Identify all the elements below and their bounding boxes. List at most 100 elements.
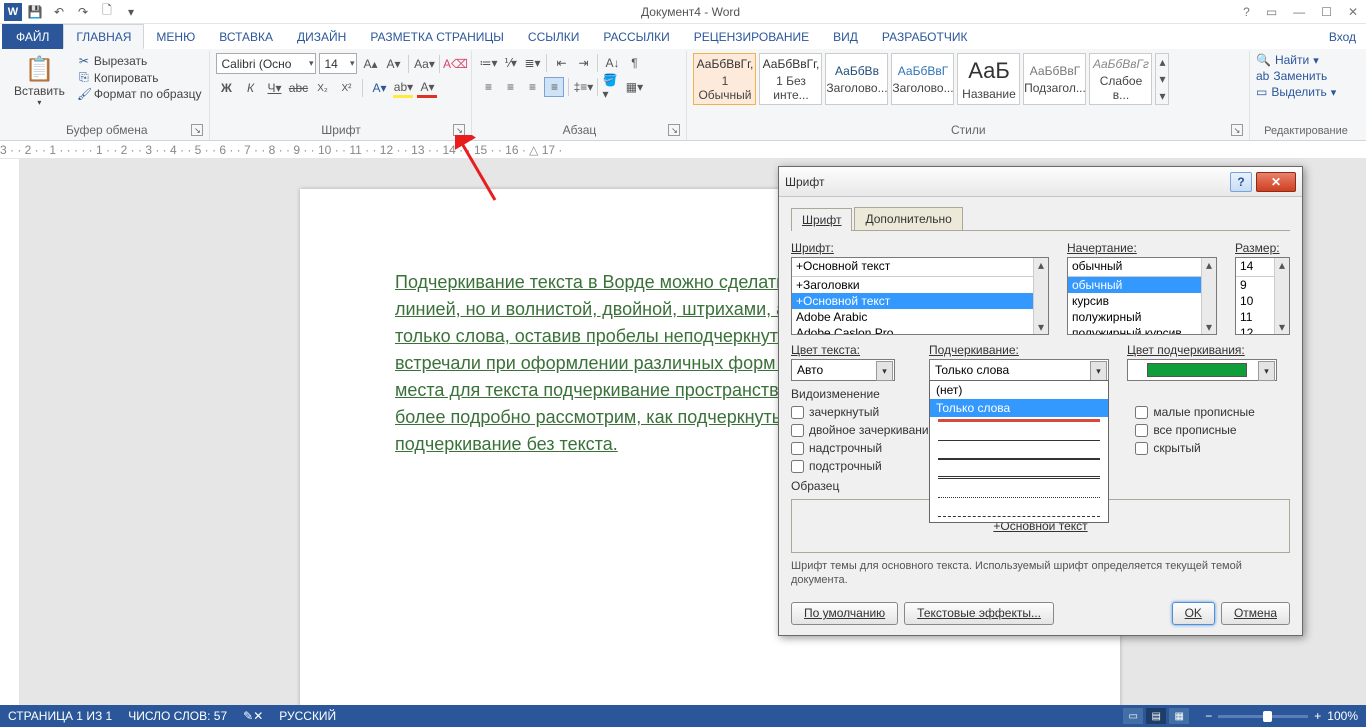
font-option[interactable]: +Заголовки (792, 277, 1048, 293)
font-option[interactable]: Adobe Arabic (792, 309, 1048, 325)
zoom-out-button[interactable]: − (1205, 709, 1212, 723)
underline-opt-double[interactable] (938, 465, 1100, 479)
status-wordcount[interactable]: ЧИСЛО СЛОВ: 57 (128, 709, 227, 723)
chk-allcaps[interactable]: все прописные (1135, 423, 1255, 437)
size-scrollbar[interactable]: ▴▾ (1274, 258, 1289, 334)
ok-button[interactable]: OK (1172, 602, 1215, 625)
bullets-button[interactable]: ≔▾ (478, 53, 498, 73)
format-painter-button[interactable]: 🖌Формат по образцу (75, 86, 204, 102)
chk-double-strike[interactable]: двойное зачеркивание (791, 423, 935, 437)
zoom-in-button[interactable]: + (1314, 709, 1321, 723)
shrink-font-button[interactable]: A▾ (383, 54, 403, 74)
font-name-combo[interactable]: Calibri (Осно (216, 53, 316, 74)
zoom-slider[interactable] (1218, 715, 1308, 718)
inc-indent-button[interactable]: ⇥ (573, 53, 593, 73)
underline-color-dropdown[interactable] (1127, 359, 1277, 381)
style-item[interactable]: АаБНазвание (957, 53, 1020, 105)
font-option[interactable]: Adobe Caslon Pro (792, 325, 1048, 335)
copy-button[interactable]: ⎘Копировать (75, 69, 204, 86)
underline-dropdown[interactable]: Только слова (929, 359, 1109, 381)
help-icon[interactable]: ? (1239, 5, 1254, 19)
style-option[interactable]: курсив (1068, 293, 1216, 309)
style-item[interactable]: АаБбВвГгСлабое в... (1089, 53, 1152, 105)
tab-design[interactable]: ДИЗАЙН (285, 24, 358, 49)
zoom-control[interactable]: − + 100% (1205, 709, 1358, 723)
dec-indent-button[interactable]: ⇤ (551, 53, 571, 73)
replace-button[interactable]: abЗаменить (1256, 69, 1356, 83)
chk-subscript[interactable]: подстрочный (791, 459, 935, 473)
dialog-titlebar[interactable]: Шрифт ? ✕ (779, 167, 1302, 197)
bold-button[interactable]: Ж (216, 78, 236, 98)
tab-file[interactable]: ФАЙЛ (2, 24, 63, 49)
paragraph-launcher[interactable]: ↘ (668, 124, 680, 136)
subscript-button[interactable]: X₂ (312, 78, 332, 98)
close-button[interactable]: ✕ (1344, 5, 1362, 19)
cut-button[interactable]: ✂Вырезать (75, 53, 204, 69)
font-scrollbar[interactable]: ▴▾ (1033, 258, 1048, 334)
chk-smallcaps[interactable]: малые прописные (1135, 405, 1255, 419)
style-item[interactable]: АаБбВвЗаголово... (825, 53, 888, 105)
style-scrollbar[interactable]: ▴▾ (1201, 258, 1216, 334)
superscript-button[interactable]: X² (336, 78, 356, 98)
status-language[interactable]: РУССКИЙ (279, 709, 336, 723)
tab-developer[interactable]: РАЗРАБОТЧИК (870, 24, 980, 49)
style-option[interactable]: обычный (1068, 277, 1216, 293)
view-read-button[interactable]: ▭ (1123, 708, 1143, 724)
tab-home[interactable]: ГЛАВНАЯ (63, 24, 144, 49)
multilevel-button[interactable]: ≣▾ (522, 53, 542, 73)
style-item[interactable]: АаБбВвГг,1 Обычный (693, 53, 756, 105)
style-item[interactable]: АаБбВвГЗаголово... (891, 53, 954, 105)
chk-hidden[interactable]: скрытый (1135, 441, 1255, 455)
tab-layout[interactable]: РАЗМЕТКА СТРАНИЦЫ (358, 24, 516, 49)
italic-button[interactable]: К (240, 78, 260, 98)
login-link[interactable]: Вход (1319, 24, 1366, 49)
clipboard-launcher[interactable]: ↘ (191, 124, 203, 136)
vertical-ruler[interactable] (0, 159, 20, 709)
grow-font-button[interactable]: A▴ (360, 54, 380, 74)
tab-references[interactable]: ССЫЛКИ (516, 24, 591, 49)
styles-more-button[interactable]: ▴▾▾ (1155, 53, 1169, 105)
text-color-dropdown[interactable]: Авто (791, 359, 895, 381)
style-option[interactable]: полужирный (1068, 309, 1216, 325)
text-effects-dialog-button[interactable]: Текстовые эффекты... (904, 602, 1054, 625)
new-doc-button[interactable]: 🗋 (96, 2, 118, 22)
line-spacing-button[interactable]: ‡≡▾ (573, 77, 593, 97)
font-color-button[interactable]: A▾ (417, 78, 437, 98)
strike-button[interactable]: abc (288, 78, 308, 98)
styles-gallery[interactable]: АаБбВвГг,1 ОбычныйАаБбВвГг,1 Без инте...… (693, 53, 1243, 105)
underline-opt-single[interactable] (938, 427, 1100, 441)
dialog-help-button[interactable]: ? (1230, 172, 1252, 192)
styles-launcher[interactable]: ↘ (1231, 124, 1243, 136)
underline-dropdown-list[interactable]: (нет) Только слова (929, 380, 1109, 523)
font-listbox[interactable]: +Основной текст +Заголовки+Основной текс… (791, 257, 1049, 335)
dialog-tab-advanced[interactable]: Дополнительно (854, 207, 962, 230)
underline-opt-none[interactable]: (нет) (930, 381, 1108, 399)
font-size-combo[interactable]: 14 (319, 53, 357, 74)
style-input[interactable]: обычный (1068, 258, 1216, 277)
view-web-button[interactable]: ▦ (1169, 708, 1189, 724)
redo-button[interactable]: ↷ (72, 2, 94, 22)
select-button[interactable]: ▭Выделить ▾ (1256, 85, 1356, 99)
text-effects-button[interactable]: A▾ (369, 78, 389, 98)
cancel-button[interactable]: Отмена (1221, 602, 1290, 625)
tab-insert[interactable]: ВСТАВКА (207, 24, 285, 49)
status-proofing-icon[interactable]: ✎✕ (243, 709, 263, 723)
chk-strikethrough[interactable]: зачеркнутый (791, 405, 935, 419)
font-option[interactable]: +Основной текст (792, 293, 1048, 309)
tab-review[interactable]: РЕЦЕНЗИРОВАНИЕ (682, 24, 821, 49)
style-item[interactable]: АаБбВвГг,1 Без инте... (759, 53, 822, 105)
tab-mailings[interactable]: РАССЫЛКИ (591, 24, 681, 49)
justify-button[interactable]: ≡ (544, 77, 564, 97)
maximize-button[interactable]: ☐ (1317, 5, 1336, 19)
highlight-button[interactable]: ab▾ (393, 78, 413, 98)
style-item[interactable]: АаБбВвГПодзагол... (1023, 53, 1086, 105)
font-launcher[interactable]: ↘ (453, 124, 465, 136)
underline-opt-dashed[interactable] (938, 503, 1100, 517)
tab-view[interactable]: ВИД (821, 24, 870, 49)
set-default-button[interactable]: По умолчанию (791, 602, 898, 625)
save-button[interactable]: 💾 (24, 2, 46, 22)
sort-button[interactable]: A↓ (602, 53, 622, 73)
numbering-button[interactable]: ⅟▾ (500, 53, 520, 73)
underline-button[interactable]: Ч▾ (264, 78, 284, 98)
dialog-close-button[interactable]: ✕ (1256, 172, 1296, 192)
